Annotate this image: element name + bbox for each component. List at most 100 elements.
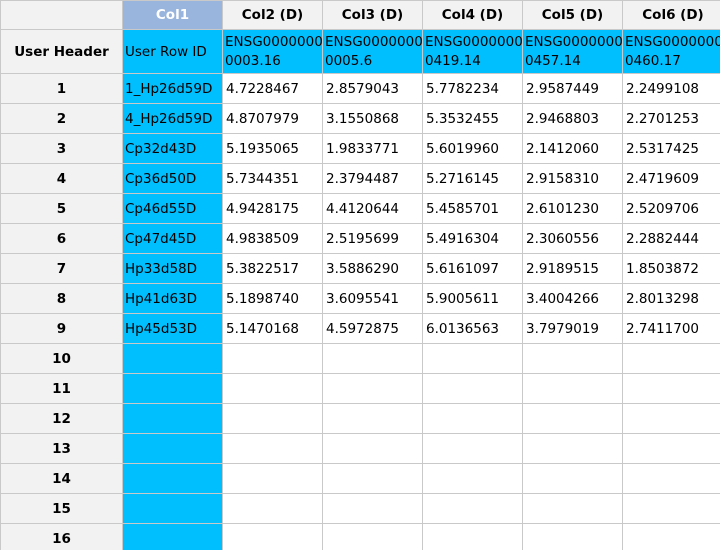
row-header[interactable]: 10: [0, 343, 123, 374]
data-cell[interactable]: [522, 373, 623, 404]
column-header-col1[interactable]: Col1: [122, 0, 223, 30]
data-cell[interactable]: [222, 433, 323, 464]
data-cell[interactable]: 2.2882444: [622, 223, 720, 254]
data-cell[interactable]: [622, 373, 720, 404]
data-cell[interactable]: [322, 433, 423, 464]
data-cell[interactable]: 4.8707979: [222, 103, 323, 134]
meta-cell-col2[interactable]: ENSG0000000 0003.16: [222, 29, 323, 74]
row-header[interactable]: 15: [0, 493, 123, 524]
data-cell[interactable]: [222, 403, 323, 434]
data-cell[interactable]: 5.1898740: [222, 283, 323, 314]
row-id-cell[interactable]: Cp46d55D: [122, 193, 223, 224]
column-header-col6[interactable]: Col6 (D): [622, 0, 720, 30]
row-id-cell[interactable]: 1_Hp26d59D: [122, 73, 223, 104]
data-cell[interactable]: 5.2716145: [422, 163, 523, 194]
data-cell[interactable]: 3.1550868: [322, 103, 423, 134]
data-cell[interactable]: [422, 343, 523, 374]
row-id-cell[interactable]: Cp36d50D: [122, 163, 223, 194]
data-cell[interactable]: 4.9838509: [222, 223, 323, 254]
data-cell[interactable]: [622, 403, 720, 434]
data-cell[interactable]: 5.1470168: [222, 313, 323, 344]
data-cell[interactable]: 3.6095541: [322, 283, 423, 314]
data-cell[interactable]: 3.4004266: [522, 283, 623, 314]
row-id-cell[interactable]: [122, 523, 223, 550]
data-cell[interactable]: 5.4585701: [422, 193, 523, 224]
data-cell[interactable]: [622, 523, 720, 550]
data-cell[interactable]: 4.5972875: [322, 313, 423, 344]
data-cell[interactable]: [622, 433, 720, 464]
data-cell[interactable]: 2.8579043: [322, 73, 423, 104]
data-cell[interactable]: [422, 433, 523, 464]
row-id-cell[interactable]: Cp32d43D: [122, 133, 223, 164]
data-cell[interactable]: 2.9587449: [522, 73, 623, 104]
row-id-cell[interactable]: Hp45d53D: [122, 313, 223, 344]
data-cell[interactable]: 3.7979019: [522, 313, 623, 344]
meta-cell-col3[interactable]: ENSG0000000 0005.6: [322, 29, 423, 74]
data-cell[interactable]: [622, 493, 720, 524]
row-header[interactable]: 12: [0, 403, 123, 434]
meta-cell-col4[interactable]: ENSG0000000 0419.14: [422, 29, 523, 74]
row-id-cell[interactable]: [122, 463, 223, 494]
data-cell[interactable]: [522, 463, 623, 494]
row-header[interactable]: 16: [0, 523, 123, 550]
data-cell[interactable]: [222, 343, 323, 374]
data-cell[interactable]: [222, 523, 323, 550]
row-header[interactable]: 11: [0, 373, 123, 404]
data-cell[interactable]: [222, 373, 323, 404]
row-id-cell[interactable]: [122, 433, 223, 464]
data-cell[interactable]: [422, 463, 523, 494]
row-header-user-header[interactable]: User Header: [0, 29, 123, 74]
data-cell[interactable]: 2.2701253: [622, 103, 720, 134]
data-cell[interactable]: 6.0136563: [422, 313, 523, 344]
row-id-cell[interactable]: [122, 403, 223, 434]
data-cell[interactable]: 2.4719609: [622, 163, 720, 194]
data-cell[interactable]: 2.1412060: [522, 133, 623, 164]
data-cell[interactable]: 2.8013298: [622, 283, 720, 314]
data-cell[interactable]: 3.5886290: [322, 253, 423, 284]
data-cell[interactable]: 4.7228467: [222, 73, 323, 104]
data-cell[interactable]: 5.4916304: [422, 223, 523, 254]
data-cell[interactable]: 4.9428175: [222, 193, 323, 224]
column-header-col5[interactable]: Col5 (D): [522, 0, 623, 30]
column-header-col4[interactable]: Col4 (D): [422, 0, 523, 30]
row-header[interactable]: 13: [0, 433, 123, 464]
data-cell[interactable]: [522, 433, 623, 464]
row-id-cell[interactable]: [122, 493, 223, 524]
data-cell[interactable]: [522, 403, 623, 434]
data-cell[interactable]: [322, 463, 423, 494]
data-cell[interactable]: [422, 373, 523, 404]
data-cell[interactable]: 2.7411700: [622, 313, 720, 344]
data-cell[interactable]: 2.3060556: [522, 223, 623, 254]
row-header[interactable]: 5: [0, 193, 123, 224]
data-cell[interactable]: 5.7344351: [222, 163, 323, 194]
data-cell[interactable]: 1.8503872: [622, 253, 720, 284]
data-cell[interactable]: 5.6161097: [422, 253, 523, 284]
data-cell[interactable]: 2.2499108: [622, 73, 720, 104]
data-cell[interactable]: 5.1935065: [222, 133, 323, 164]
column-header-col3[interactable]: Col3 (D): [322, 0, 423, 30]
row-header[interactable]: 14: [0, 463, 123, 494]
row-header[interactable]: 7: [0, 253, 123, 284]
row-header[interactable]: 9: [0, 313, 123, 344]
data-cell[interactable]: [522, 523, 623, 550]
data-cell[interactable]: [422, 403, 523, 434]
data-cell[interactable]: [622, 343, 720, 374]
data-cell[interactable]: 5.7782234: [422, 73, 523, 104]
data-cell[interactable]: 5.6019960: [422, 133, 523, 164]
data-cell[interactable]: 2.5195699: [322, 223, 423, 254]
data-cell[interactable]: 1.9833771: [322, 133, 423, 164]
column-header-col2[interactable]: Col2 (D): [222, 0, 323, 30]
data-cell[interactable]: 2.5209706: [622, 193, 720, 224]
user-row-id-label[interactable]: User Row ID: [122, 29, 223, 74]
row-id-cell[interactable]: Hp33d58D: [122, 253, 223, 284]
data-cell[interactable]: 4.4120644: [322, 193, 423, 224]
data-cell[interactable]: 2.9158310: [522, 163, 623, 194]
data-cell[interactable]: [222, 463, 323, 494]
data-cell[interactable]: [222, 493, 323, 524]
data-cell[interactable]: [422, 523, 523, 550]
row-header[interactable]: 8: [0, 283, 123, 314]
data-cell[interactable]: 2.3794487: [322, 163, 423, 194]
data-cell[interactable]: [522, 493, 623, 524]
data-cell[interactable]: 5.3532455: [422, 103, 523, 134]
row-header[interactable]: 1: [0, 73, 123, 104]
